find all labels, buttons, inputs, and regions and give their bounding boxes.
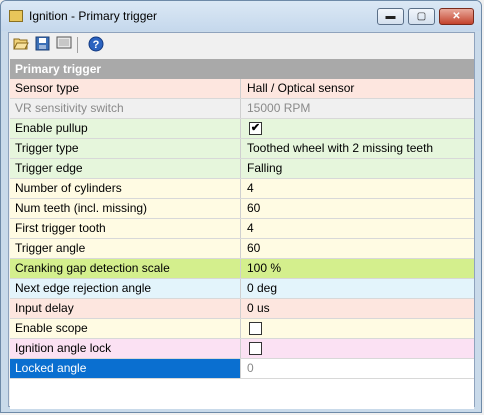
app-icon	[9, 10, 23, 22]
property-row[interactable]: Enable scope	[10, 319, 474, 339]
toolbar-separator	[77, 37, 78, 53]
property-value[interactable]: 0	[242, 359, 474, 378]
property-value[interactable]: 0 deg	[242, 279, 474, 298]
save-icon[interactable]	[33, 36, 51, 54]
property-value[interactable]: Hall / Optical sensor	[242, 79, 474, 98]
open-folder-icon[interactable]	[12, 36, 30, 54]
property-value[interactable]: 0 us	[242, 299, 474, 318]
property-row[interactable]: Trigger edge Falling	[10, 159, 474, 179]
toolbar: ?	[9, 33, 474, 58]
property-row[interactable]: Enable pullup ✔	[10, 119, 474, 139]
property-label: Num teeth (incl. missing)	[10, 199, 241, 218]
property-value[interactable]: 100 %	[242, 259, 474, 278]
property-label: Trigger type	[10, 139, 241, 158]
property-value[interactable]: Falling	[242, 159, 474, 178]
property-value[interactable]: 4	[242, 219, 474, 238]
window-title: Ignition - Primary trigger	[29, 9, 158, 23]
property-row[interactable]: Cranking gap detection scale 100 %	[10, 259, 474, 279]
property-row[interactable]: First trigger tooth 4	[10, 219, 474, 239]
property-label: Next edge rejection angle	[10, 279, 241, 298]
property-value[interactable]: 60	[242, 239, 474, 258]
property-row[interactable]: VR sensitivity switch 15000 RPM	[10, 99, 474, 119]
help-icon[interactable]: ?	[87, 36, 105, 54]
property-row[interactable]: Ignition angle lock	[10, 339, 474, 359]
property-label: VR sensitivity switch	[10, 99, 241, 118]
property-row[interactable]: Locked angle 0	[10, 359, 474, 379]
maximize-button[interactable]: ▢	[408, 8, 435, 25]
property-label: Input delay	[10, 299, 241, 318]
property-label: Enable pullup	[10, 119, 241, 138]
property-label: Cranking gap detection scale	[10, 259, 241, 278]
property-row[interactable]: Trigger type Toothed wheel with 2 missing…	[10, 139, 474, 159]
property-row[interactable]: Number of cylinders 4	[10, 179, 474, 199]
property-row[interactable]: Sensor type Hall / Optical sensor	[10, 79, 474, 99]
property-value[interactable]: Toothed wheel with 2 missing teeth	[242, 139, 474, 158]
property-value[interactable]: 15000 RPM	[242, 99, 474, 118]
client-area: ? Primary trigger Sensor type Hall / Opti…	[8, 32, 475, 409]
property-checkbox[interactable]: ✔	[249, 122, 262, 135]
property-label: Enable scope	[10, 319, 241, 338]
ignition-window: Ignition - Primary trigger ▬ ▢ ✕ ? Prima…	[0, 0, 482, 413]
property-label: Locked angle	[10, 359, 241, 378]
title-bar[interactable]: Ignition - Primary trigger ▬ ▢ ✕	[1, 1, 481, 31]
property-label: Number of cylinders	[10, 179, 241, 198]
property-label: Sensor type	[10, 79, 241, 98]
property-label: Trigger angle	[10, 239, 241, 258]
property-row[interactable]: Trigger angle 60	[10, 239, 474, 259]
property-value[interactable]: 4	[242, 179, 474, 198]
screen-icon[interactable]	[55, 36, 73, 54]
property-label: First trigger tooth	[10, 219, 241, 238]
property-checkbox[interactable]	[249, 322, 262, 335]
minimize-button[interactable]: ▬	[377, 8, 404, 25]
property-label: Ignition angle lock	[10, 339, 241, 358]
close-button[interactable]: ✕	[439, 8, 474, 25]
property-value[interactable]: 60	[242, 199, 474, 218]
property-checkbox[interactable]	[249, 342, 262, 355]
svg-text:?: ?	[93, 39, 100, 51]
property-label: Trigger edge	[10, 159, 241, 178]
property-row[interactable]: Input delay 0 us	[10, 299, 474, 319]
property-row[interactable]: Num teeth (incl. missing) 60	[10, 199, 474, 219]
section-header: Primary trigger	[10, 59, 474, 79]
property-row[interactable]: Next edge rejection angle 0 deg	[10, 279, 474, 299]
property-grid: Primary trigger Sensor type Hall / Optica…	[10, 59, 474, 409]
